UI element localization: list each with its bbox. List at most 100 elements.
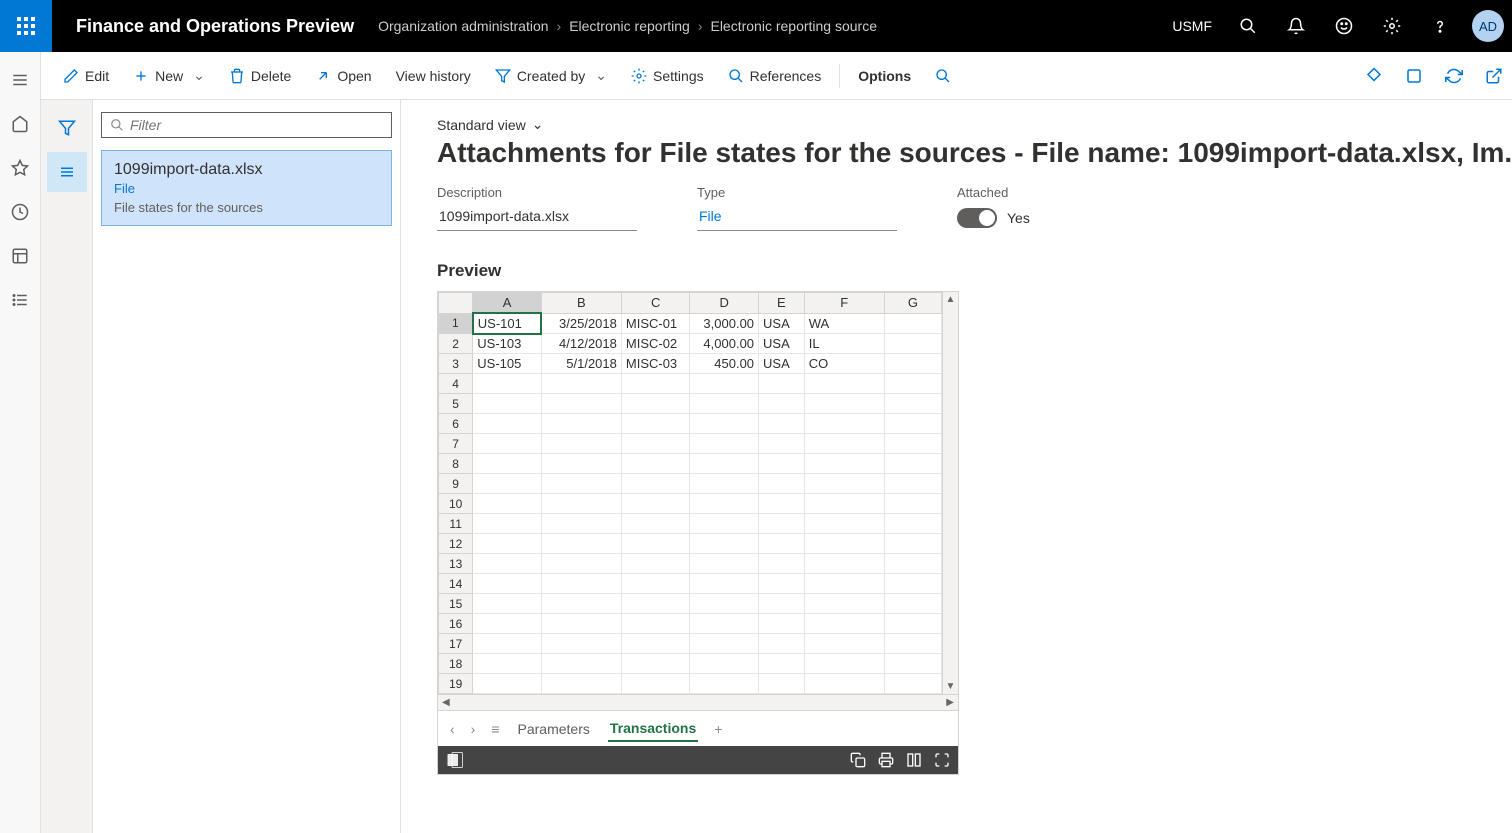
cell[interactable] [804, 634, 884, 654]
cell[interactable] [473, 414, 542, 434]
cell[interactable] [884, 394, 941, 414]
cell[interactable] [804, 654, 884, 674]
cell[interactable] [759, 534, 805, 554]
cell[interactable] [759, 594, 805, 614]
cell[interactable]: MISC-03 [621, 354, 690, 374]
office-button[interactable] [1396, 58, 1432, 94]
sheet-list-button[interactable]: ≡ [491, 721, 499, 737]
options-button[interactable]: Options [848, 62, 921, 90]
cell[interactable] [759, 554, 805, 574]
cell[interactable] [804, 394, 884, 414]
scroll-down-icon[interactable]: ▼ [946, 681, 956, 692]
cell[interactable] [473, 514, 542, 534]
cell[interactable] [541, 414, 621, 434]
filter-input-wrap[interactable] [101, 112, 392, 138]
cell[interactable] [804, 474, 884, 494]
cell[interactable] [690, 474, 759, 494]
cell[interactable] [621, 514, 690, 534]
cell[interactable] [473, 454, 542, 474]
cell[interactable] [621, 414, 690, 434]
breadcrumb-item[interactable]: Electronic reporting source [710, 18, 877, 34]
breadcrumb-item[interactable]: Organization administration [378, 18, 548, 34]
scroll-left-icon[interactable]: ◀ [442, 697, 450, 708]
cell[interactable]: 4/12/2018 [541, 334, 621, 354]
reading-view-icon[interactable] [906, 752, 922, 768]
cell[interactable]: CO [804, 354, 884, 374]
cell[interactable]: MISC-01 [621, 313, 690, 334]
cell[interactable] [884, 534, 941, 554]
list-item[interactable]: 1099import-data.xlsx File File states fo… [101, 150, 392, 226]
settings-button[interactable] [1368, 0, 1416, 52]
cell[interactable] [541, 554, 621, 574]
cell[interactable] [759, 374, 805, 394]
view-history-button[interactable]: View history [386, 62, 481, 90]
cell[interactable] [690, 574, 759, 594]
cell[interactable] [621, 674, 690, 694]
cell[interactable] [804, 494, 884, 514]
delete-button[interactable]: Delete [219, 62, 301, 90]
cell[interactable] [804, 414, 884, 434]
cell[interactable] [473, 674, 542, 694]
cell[interactable] [473, 594, 542, 614]
cell[interactable] [804, 434, 884, 454]
cell[interactable] [759, 514, 805, 534]
cell[interactable] [884, 474, 941, 494]
cell[interactable]: 450.00 [690, 354, 759, 374]
tab-transactions[interactable]: Transactions [608, 716, 698, 742]
created-by-button[interactable]: Created by⌄ [485, 61, 617, 90]
feedback-button[interactable] [1320, 0, 1368, 52]
cell[interactable]: USA [759, 334, 805, 354]
cell[interactable]: USA [759, 354, 805, 374]
cell[interactable]: WA [804, 313, 884, 334]
cell[interactable] [541, 474, 621, 494]
cell[interactable] [804, 614, 884, 634]
avatar[interactable]: AD [1472, 10, 1504, 42]
cell[interactable] [473, 534, 542, 554]
cell[interactable]: US-101 [473, 313, 542, 334]
cell[interactable] [473, 554, 542, 574]
cell[interactable] [473, 474, 542, 494]
cell[interactable] [541, 574, 621, 594]
cell[interactable] [621, 394, 690, 414]
company-label[interactable]: USMF [1160, 18, 1224, 34]
cell[interactable] [473, 394, 542, 414]
cell[interactable] [541, 634, 621, 654]
cell[interactable] [690, 374, 759, 394]
cell[interactable] [541, 614, 621, 634]
cell[interactable] [690, 434, 759, 454]
cell[interactable] [541, 594, 621, 614]
cell[interactable]: USA [759, 313, 805, 334]
attachment-button[interactable] [1356, 58, 1392, 94]
horizontal-scrollbar[interactable]: ◀ ▶ [438, 694, 958, 710]
cell[interactable] [884, 634, 941, 654]
cell[interactable] [759, 414, 805, 434]
cell[interactable] [759, 614, 805, 634]
cell[interactable] [690, 554, 759, 574]
find-button[interactable] [925, 62, 961, 90]
cell[interactable] [690, 494, 759, 514]
cell[interactable] [541, 434, 621, 454]
recent-button[interactable] [0, 192, 40, 232]
cell[interactable] [884, 674, 941, 694]
cell[interactable] [621, 434, 690, 454]
filter-pane-button[interactable] [47, 108, 87, 148]
cell[interactable] [473, 434, 542, 454]
cell[interactable] [621, 614, 690, 634]
cell[interactable]: MISC-02 [621, 334, 690, 354]
filter-input[interactable] [130, 117, 383, 133]
popout-button[interactable] [1476, 58, 1512, 94]
app-launcher-button[interactable] [0, 0, 52, 52]
modules-button[interactable] [0, 280, 40, 320]
cell[interactable] [621, 454, 690, 474]
cell[interactable] [621, 654, 690, 674]
cell[interactable] [884, 334, 941, 354]
cell[interactable] [804, 454, 884, 474]
cell[interactable] [473, 574, 542, 594]
cell[interactable] [473, 634, 542, 654]
sheet-next-button[interactable]: › [471, 721, 476, 737]
cell[interactable] [541, 454, 621, 474]
vertical-scrollbar[interactable]: ▲ ▼ [942, 292, 958, 694]
cell[interactable] [541, 514, 621, 534]
cell[interactable] [804, 374, 884, 394]
cell[interactable] [759, 474, 805, 494]
